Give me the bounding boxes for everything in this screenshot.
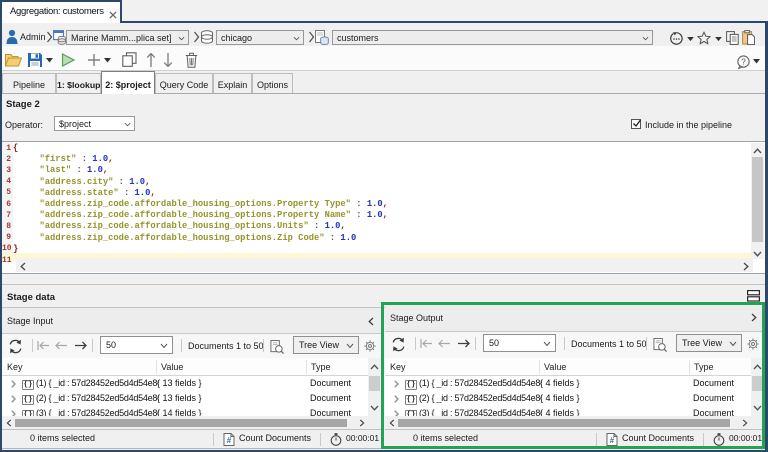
svg-text:#: # <box>227 436 232 445</box>
svg-text:?: ? <box>741 57 746 66</box>
